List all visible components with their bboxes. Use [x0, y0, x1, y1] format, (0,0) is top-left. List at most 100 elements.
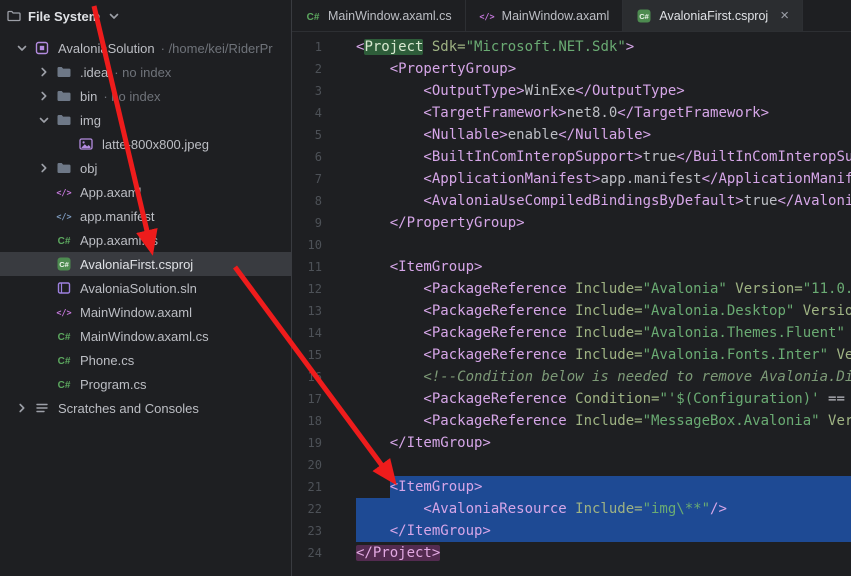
code-line-24[interactable]: 24</Project> [292, 542, 851, 564]
line-number[interactable]: 11 [292, 256, 340, 278]
line-number[interactable]: 21 [292, 476, 340, 498]
chevron-down-icon[interactable] [14, 40, 30, 56]
code-line-9[interactable]: 9 </PropertyGroup> [292, 212, 851, 234]
code-line-content: <PackageReference Include="MessageBox.Av… [340, 410, 851, 432]
filesystem-icon [6, 8, 22, 24]
line-number[interactable]: 12 [292, 278, 340, 300]
tab-label: AvaloniaFirst.csproj [659, 9, 768, 23]
line-number[interactable]: 22 [292, 498, 340, 520]
code-line-20[interactable]: 20 [292, 454, 851, 476]
code-line-18[interactable]: 18 <PackageReference Include="MessageBox… [292, 410, 851, 432]
line-number[interactable]: 5 [292, 124, 340, 146]
folder-icon [56, 88, 72, 104]
close-icon[interactable]: × [780, 8, 789, 23]
scratches-icon [34, 400, 50, 416]
tree-item-app-axaml[interactable]: </>App.axaml [0, 180, 291, 204]
tree-item-avaloniasolution[interactable]: AvaloniaSolution· /home/kei/RiderPr [0, 36, 291, 60]
line-number[interactable]: 20 [292, 454, 340, 476]
line-number[interactable]: 16 [292, 366, 340, 388]
tree-item-mainwindow-axaml-cs[interactable]: C#MainWindow.axaml.cs [0, 324, 291, 348]
line-number[interactable]: 15 [292, 344, 340, 366]
line-number[interactable]: 23 [292, 520, 340, 542]
line-number[interactable]: 2 [292, 58, 340, 80]
code-line-21[interactable]: 21 <ItemGroup> [292, 476, 851, 498]
file-system-selector[interactable]: File System [0, 0, 291, 32]
tab-label: MainWindow.axaml.cs [328, 9, 452, 23]
folder-icon [56, 64, 72, 80]
tree-item-label: obj [80, 161, 97, 176]
line-number[interactable]: 24 [292, 542, 340, 564]
tree-item-scratches-and-consoles[interactable]: Scratches and Consoles [0, 396, 291, 420]
tree-item-idea[interactable]: .idea· no index [0, 60, 291, 84]
tree-item-label: app.manifest [80, 209, 154, 224]
code-tokens: <TargetFramework>net8.0</TargetFramework… [356, 102, 769, 124]
chevron-right-icon[interactable] [36, 88, 52, 104]
code-line-3[interactable]: 3 <OutputType>WinExe</OutputType> [292, 80, 851, 102]
token-tag: </TargetFramework> [617, 105, 769, 121]
token-txt: WinExe [525, 83, 576, 99]
code-line-16[interactable]: 16 <!--Condition below is needed to remo… [292, 366, 851, 388]
line-number[interactable]: 9 [292, 212, 340, 234]
chevron-down-icon[interactable] [36, 112, 52, 128]
line-number[interactable]: 14 [292, 322, 340, 344]
tree-item-app-axaml-cs[interactable]: C#App.axaml.cs [0, 228, 291, 252]
code-line-19[interactable]: 19 </ItemGroup> [292, 432, 851, 454]
code-line-6[interactable]: 6 <BuiltInComInteropSupport>true</BuiltI… [292, 146, 851, 168]
tree-item-avaloniasolution-sln[interactable]: AvaloniaSolution.sln [0, 276, 291, 300]
tree-item-phone-cs[interactable]: C#Phone.cs [0, 348, 291, 372]
tree-item-obj[interactable]: obj [0, 156, 291, 180]
tree-item-latte-800x800-jpeg[interactable]: latte-800x800.jpeg [0, 132, 291, 156]
tab-mainwindow-axaml[interactable]: </>MainWindow.axaml [466, 0, 624, 31]
tree-item-app-manifest[interactable]: </>app.manifest [0, 204, 291, 228]
token-str: "img\**" [643, 501, 710, 517]
line-number[interactable]: 10 [292, 234, 340, 256]
scratches-icon [34, 400, 50, 416]
chevron-right-icon[interactable] [14, 400, 30, 416]
code-line-23[interactable]: 23 </ItemGroup> [292, 520, 851, 542]
code-line-22[interactable]: 22 <AvaloniaResource Include="img\**"/> [292, 498, 851, 520]
tree-item-mainwindow-axaml[interactable]: </>MainWindow.axaml [0, 300, 291, 324]
code-line-content: <ApplicationManifest>app.manifest</Appli… [340, 168, 851, 190]
token-attr: Include= [567, 303, 643, 319]
line-number[interactable]: 18 [292, 410, 340, 432]
token-tag: <ApplicationManifest> [356, 171, 600, 187]
code-line-15[interactable]: 15 <PackageReference Include="Avalonia.F… [292, 344, 851, 366]
tab-mainwindow-axaml-cs[interactable]: C#MainWindow.axaml.cs [292, 0, 466, 31]
code-line-5[interactable]: 5 <Nullable>enable</Nullable> [292, 124, 851, 146]
code-line-7[interactable]: 7 <ApplicationManifest>app.manifest</App… [292, 168, 851, 190]
line-number[interactable]: 17 [292, 388, 340, 410]
line-number[interactable]: 1 [292, 36, 340, 58]
tree-item-avaloniafirst-csproj[interactable]: C#AvaloniaFirst.csproj [0, 252, 291, 276]
code-editor[interactable]: 1<Project Sdk="Microsoft.NET.Sdk">2 <Pro… [292, 32, 851, 576]
chevron-right-icon[interactable] [36, 64, 52, 80]
code-tokens: <PackageReference Include="Avalonia" Ver… [356, 278, 851, 300]
line-number[interactable]: 8 [292, 190, 340, 212]
code-line-14[interactable]: 14 <PackageReference Include="Avalonia.T… [292, 322, 851, 344]
line-number[interactable]: 6 [292, 146, 340, 168]
code-line-4[interactable]: 4 <TargetFramework>net8.0</TargetFramewo… [292, 102, 851, 124]
tree-item-program-cs[interactable]: C#Program.cs [0, 372, 291, 396]
tree-item-suffix: · no index [103, 89, 160, 104]
code-line-12[interactable]: 12 <PackageReference Include="Avalonia" … [292, 278, 851, 300]
code-line-17[interactable]: 17 <PackageReference Condition="'$(Confi… [292, 388, 851, 410]
svg-text:</>: </> [56, 189, 71, 199]
line-number[interactable]: 13 [292, 300, 340, 322]
line-number[interactable]: 3 [292, 80, 340, 102]
code-line-10[interactable]: 10 [292, 234, 851, 256]
line-number[interactable]: 4 [292, 102, 340, 124]
tree-item-img[interactable]: img [0, 108, 291, 132]
tree-item-label: latte-800x800.jpeg [102, 137, 209, 152]
line-number[interactable]: 19 [292, 432, 340, 454]
code-line-1[interactable]: 1<Project Sdk="Microsoft.NET.Sdk"> [292, 36, 851, 58]
code-line-13[interactable]: 13 <PackageReference Include="Avalonia.D… [292, 300, 851, 322]
code-line-11[interactable]: 11 <ItemGroup> [292, 256, 851, 278]
line-number[interactable]: 7 [292, 168, 340, 190]
code-line-2[interactable]: 2 <PropertyGroup> [292, 58, 851, 80]
tree-item-bin[interactable]: bin· no index [0, 84, 291, 108]
chevron-right-icon[interactable] [36, 160, 52, 176]
code-tokens: <ItemGroup> [356, 256, 482, 278]
chevron-down-icon[interactable] [106, 8, 122, 24]
token-tag: <AvaloniaUseCompiledBindingsByDefault> [356, 193, 744, 209]
tab-avaloniafirst-csproj[interactable]: C#AvaloniaFirst.csproj× [623, 0, 803, 31]
code-line-8[interactable]: 8 <AvaloniaUseCompiledBindingsByDefault>… [292, 190, 851, 212]
